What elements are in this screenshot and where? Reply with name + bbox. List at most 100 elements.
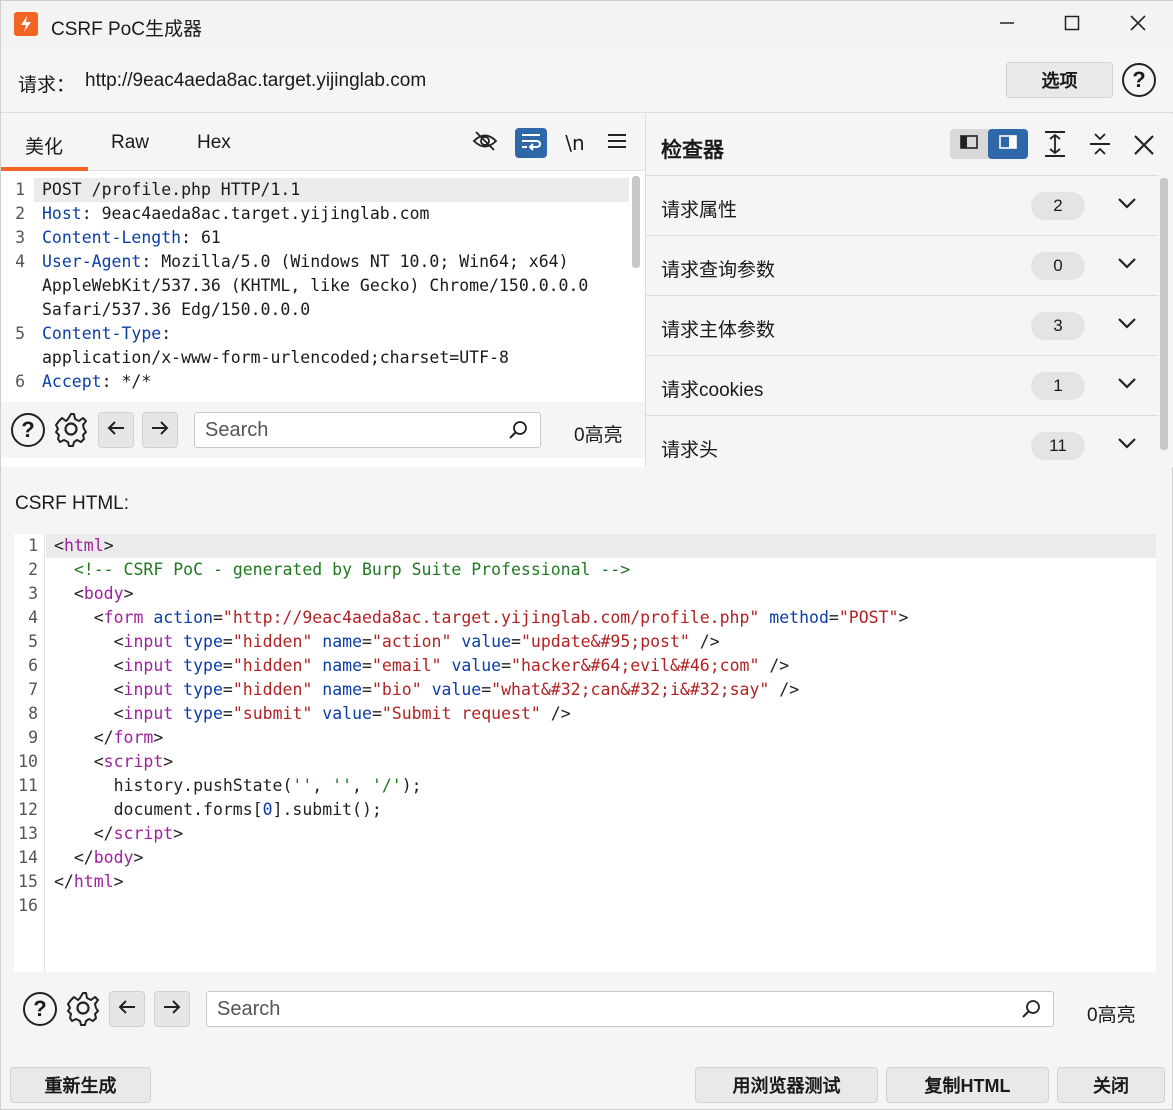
layout-left-button[interactable]	[950, 129, 988, 159]
layout-toggle	[950, 129, 1028, 159]
regenerate-button[interactable]: 重新生成	[10, 1067, 151, 1103]
arrow-right-icon	[150, 419, 170, 442]
options-button[interactable]: 选项	[1006, 62, 1113, 98]
line-number: 4	[15, 252, 25, 271]
request-line: application/x-www-form-urlencoded;charse…	[42, 348, 509, 367]
layout-right-button[interactable]	[988, 129, 1028, 159]
close-icon	[1133, 135, 1155, 160]
code-line: <input type="hidden" name="bio" value="w…	[54, 680, 800, 699]
line-number: 13	[18, 824, 38, 843]
collapse-vertical-icon	[1088, 133, 1112, 162]
gear-icon	[53, 413, 89, 451]
csrf-help-button[interactable]: ?	[23, 992, 57, 1026]
search-icon[interactable]	[1021, 998, 1043, 1025]
help-icon: ?	[21, 417, 35, 442]
line-number: 1	[15, 180, 25, 199]
expand-vertical-icon	[1043, 131, 1067, 162]
help-button[interactable]: ?	[1122, 63, 1156, 97]
word-wrap-button[interactable]	[515, 128, 547, 158]
line-number: 2	[28, 560, 38, 579]
show-newlines-button[interactable]: \n	[559, 128, 591, 158]
request-line: Content-Type:	[42, 324, 172, 343]
chevron-down-icon[interactable]	[1116, 196, 1138, 215]
csrf-html-label: CSRF HTML:	[15, 493, 129, 514]
line-number: 1	[28, 536, 38, 555]
csrf-search-field	[206, 991, 1054, 1027]
request-search-input[interactable]	[205, 417, 495, 443]
inspector-section[interactable]: 请求cookies 1	[646, 355, 1158, 415]
request-line: Accept: */*	[42, 372, 152, 391]
inspector-section-count: 11	[1031, 432, 1085, 460]
minimize-button[interactable]	[987, 7, 1027, 43]
request-url: http://9eac4aeda8ac.target.yijinglab.com	[85, 70, 427, 91]
tab-hex[interactable]: Hex	[197, 132, 231, 154]
inspector-section[interactable]: 请求头 11	[646, 415, 1158, 475]
inspector-panel: 检查器 请求属性 2 请求查询参数 0 请求主体参数 3 请求cookies 1 请求头 11	[645, 114, 1173, 467]
inspector-section-label: 请求属性	[661, 200, 738, 221]
request-line: User-Agent: Mozilla/5.0 (Windows NT 10.0…	[42, 252, 569, 271]
inspector-close-button[interactable]	[1133, 134, 1155, 161]
code-line: </form>	[54, 728, 164, 747]
request-help-button[interactable]: ?	[11, 413, 45, 447]
request-next-button[interactable]	[142, 412, 178, 448]
line-number: 6	[28, 656, 38, 675]
csrf-prev-button[interactable]	[109, 991, 145, 1027]
code-line: <html>	[54, 536, 114, 555]
panel-right-icon	[999, 134, 1017, 154]
request-url-row: 请求： http://9eac4aeda8ac.target.yijinglab…	[1, 51, 1173, 113]
collapse-all-button[interactable]	[1088, 130, 1112, 163]
code-line: <input type="hidden" name="email" value=…	[54, 656, 790, 675]
code-line: history.pushState('', '', '/');	[54, 776, 422, 795]
inspector-scrollbar[interactable]	[1160, 178, 1168, 450]
maximize-icon	[1064, 15, 1080, 36]
chevron-down-icon[interactable]	[1116, 316, 1138, 335]
close-button[interactable]: 关闭	[1057, 1067, 1165, 1103]
request-line: Safari/537.36 Edg/150.0.0.0	[42, 300, 311, 319]
code-line: <body>	[54, 584, 134, 603]
chevron-down-icon[interactable]	[1116, 436, 1138, 455]
code-line: </html>	[54, 872, 124, 891]
tab-raw[interactable]: Raw	[111, 132, 149, 154]
code-line: </script>	[54, 824, 184, 843]
window-close-button[interactable]	[1118, 7, 1158, 43]
help-icon: ?	[33, 996, 47, 1021]
inspector-section-count: 0	[1031, 252, 1085, 280]
close-icon	[1129, 14, 1147, 37]
csrf-next-button[interactable]	[154, 991, 190, 1027]
current-line-highlight	[46, 534, 1156, 558]
request-settings-button[interactable]	[53, 411, 89, 452]
inspector-section[interactable]: 请求查询参数 0	[646, 235, 1158, 295]
search-icon[interactable]	[508, 419, 530, 446]
line-number: 9	[28, 728, 38, 747]
request-scrollbar[interactable]	[632, 176, 640, 268]
arrow-left-icon	[117, 998, 137, 1021]
active-tab-indicator	[1, 167, 88, 171]
expand-all-button[interactable]	[1043, 130, 1067, 163]
csrf-html-code[interactable]: 1 <html> 2 <!-- CSRF PoC - generated by Bu…	[14, 534, 1156, 972]
code-line: <input type="submit" value="Submit reque…	[54, 704, 571, 723]
chevron-down-icon[interactable]	[1116, 256, 1138, 275]
hide-nonprintable-button[interactable]	[469, 128, 501, 158]
test-in-browser-button[interactable]: 用浏览器测试	[695, 1067, 878, 1103]
chevron-down-icon[interactable]	[1116, 376, 1138, 395]
word-wrap-icon	[520, 131, 542, 156]
arrow-left-icon	[106, 419, 126, 442]
help-icon: ?	[1132, 67, 1146, 92]
request-prev-button[interactable]	[98, 412, 134, 448]
code-line: <script>	[54, 752, 174, 771]
maximize-button[interactable]	[1052, 7, 1092, 43]
request-line: Content-Length: 61	[42, 228, 221, 247]
line-number: 3	[15, 228, 25, 247]
csrf-settings-button[interactable]	[65, 990, 101, 1031]
tab-pretty[interactable]: 美化	[25, 132, 63, 159]
arrow-right-icon	[162, 998, 182, 1021]
eye-slash-icon	[472, 130, 498, 157]
burp-logo-icon	[14, 12, 38, 36]
inspector-section[interactable]: 请求属性 2	[646, 175, 1158, 235]
menu-button[interactable]	[601, 128, 633, 158]
csrf-search-bar: ? 0高亮	[14, 981, 1156, 1037]
csrf-search-input[interactable]	[217, 996, 997, 1022]
copy-html-button[interactable]: 复制HTML	[886, 1067, 1049, 1103]
inspector-section[interactable]: 请求主体参数 3	[646, 295, 1158, 355]
request-code[interactable]: 1 POST /profile.php HTTP/1.1 2 Host: 9eac4a…	[1, 174, 629, 394]
